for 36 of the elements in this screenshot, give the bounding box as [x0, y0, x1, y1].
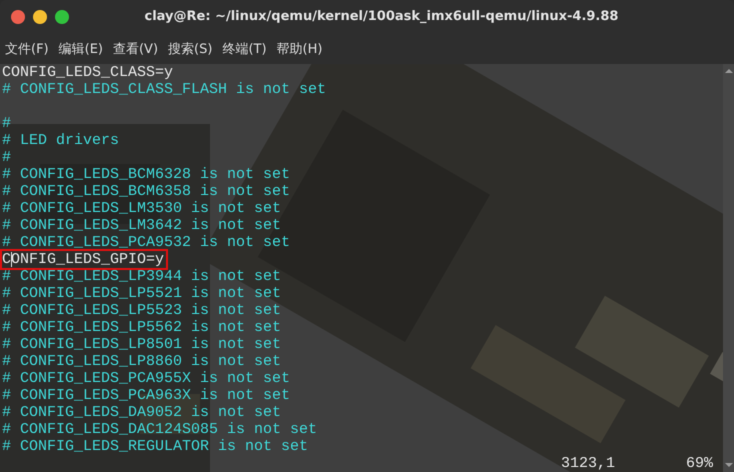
terminal-line: # [2, 115, 12, 132]
terminal-line: # CONFIG_LEDS_CLASS_FLASH is not set [2, 81, 326, 98]
terminal-line: # CONFIG_LEDS_LM3530 is not set [2, 200, 282, 217]
menu-item[interactable]: 编辑(E) [58, 40, 103, 58]
minimize-button[interactable] [33, 10, 47, 24]
terminal-line: # [2, 149, 12, 166]
cursor-position: 3123,1 [561, 455, 616, 472]
terminal-line: # CONFIG_LEDS_LP8860 is not set [2, 353, 282, 370]
terminal-line: # CONFIG_LEDS_LP5562 is not set [2, 319, 282, 336]
menu-item[interactable]: 终端(T) [222, 40, 267, 58]
terminal-line: # CONFIG_LEDS_LP5521 is not set [2, 285, 282, 302]
terminal-line: # CONFIG_LEDS_BCM6358 is not set [2, 183, 290, 200]
terminal-line: # CONFIG_LEDS_LP8501 is not set [2, 336, 282, 353]
terminal-line: # CONFIG_LEDS_PCA9532 is not set [2, 234, 290, 251]
window-title: clay@Re: ~/linux/qemu/kernel/100ask_imx6ull-qemu/linux-4.9.88 [144, 9, 620, 24]
maximize-button[interactable] [55, 10, 69, 24]
scrollbar[interactable] [723, 64, 734, 472]
menu-item[interactable]: 搜索(S) [168, 40, 212, 58]
menu-item[interactable]: 文件(F) [5, 40, 49, 58]
scroll-up-icon[interactable] [725, 69, 733, 73]
menu-item[interactable]: 查看(V) [112, 40, 158, 58]
terminal-line: # CONFIG_LEDS_DAC124S085 is not set [2, 421, 318, 438]
terminal-line: # CONFIG_LEDS_BCM6328 is not set [2, 166, 290, 183]
terminal-line: # LED drivers [2, 132, 120, 149]
terminal-line: # CONFIG_LEDS_LM3642 is not set [2, 217, 282, 234]
menu-item[interactable]: 帮助(H) [276, 40, 322, 58]
terminal-line: # CONFIG_LEDS_PCA955X is not set [2, 370, 290, 387]
close-button[interactable] [11, 10, 25, 24]
terminal-line: # CONFIG_LEDS_REGULATOR is not set [2, 438, 308, 455]
terminal-line: # CONFIG_LEDS_PCA963X is not set [2, 387, 290, 404]
terminal-line: # CONFIG_LEDS_LP5523 is not set [2, 302, 282, 319]
scroll-percent: 69% [686, 455, 714, 472]
terminal-line: # CONFIG_LEDS_LP3944 is not set [2, 268, 282, 285]
terminal-line: CONFIG_LEDS_CLASS=y [2, 64, 174, 81]
terminal-line: # CONFIG_LEDS_DA9052 is not set [2, 404, 282, 421]
scroll-down-icon[interactable] [725, 463, 733, 467]
